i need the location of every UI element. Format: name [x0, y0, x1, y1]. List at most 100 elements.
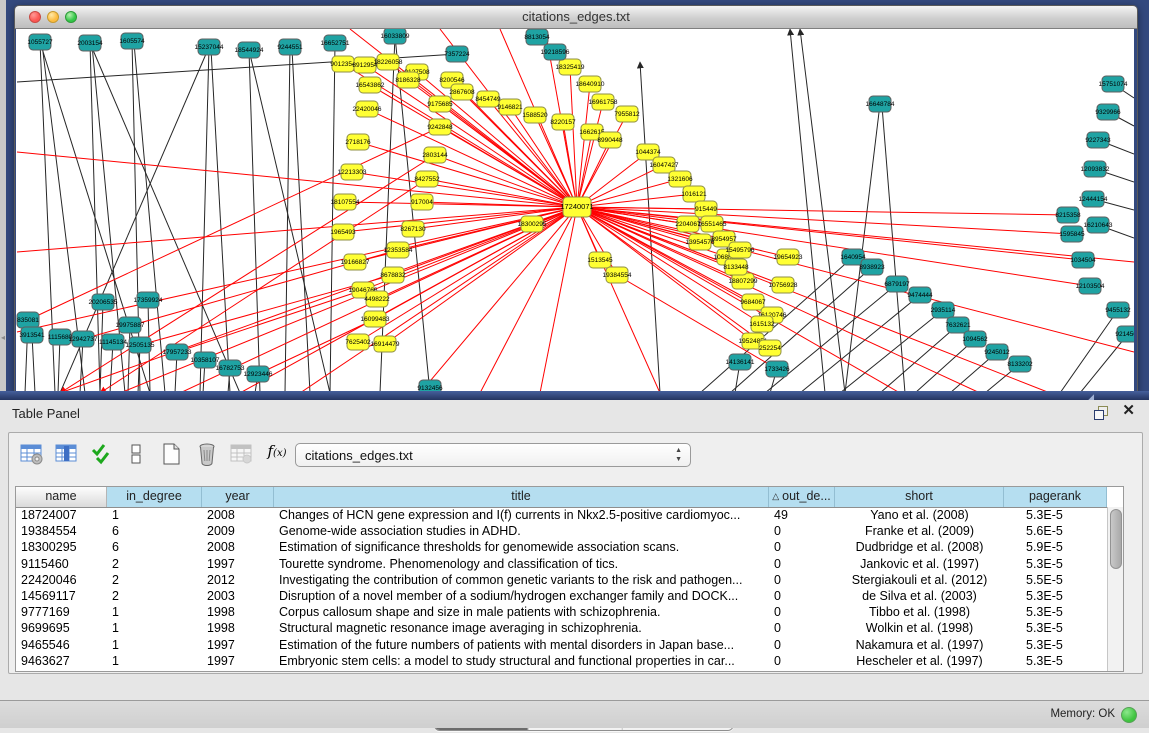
cell-title[interactable]: Changes of HCN gene expression and I(f) … — [274, 507, 769, 523]
graph-node-yellow[interactable]: 18107554 — [331, 194, 360, 210]
red-citation-edge[interactable] — [480, 207, 577, 393]
cell-year[interactable]: 2003 — [202, 588, 274, 604]
column-header-name[interactable]: name — [16, 487, 107, 507]
graph-node-teal[interactable]: 8813054 — [524, 29, 550, 45]
black-citation-edge[interactable] — [32, 335, 35, 393]
graph-node-teal[interactable]: 15751074 — [1099, 76, 1128, 92]
graph-node-yellow[interactable]: 1513545 — [587, 252, 613, 268]
black-citation-edge[interactable] — [249, 50, 260, 393]
black-citation-edge[interactable] — [880, 325, 958, 393]
red-citation-edge[interactable] — [577, 102, 603, 207]
graph-node-teal[interactable]: 8938923 — [859, 259, 885, 275]
cell-out_de[interactable]: 0 — [769, 653, 835, 669]
scrollbar-thumb[interactable] — [1110, 509, 1122, 569]
cell-in_degree[interactable]: 6 — [107, 523, 202, 539]
cell-out_de[interactable]: 0 — [769, 588, 835, 604]
cell-title[interactable]: Tourette syndrome. Phenomenology and cla… — [274, 556, 769, 572]
cell-out_de[interactable]: 0 — [769, 620, 835, 636]
graph-node-yellow[interactable]: 1016121 — [681, 186, 707, 202]
column-header-year[interactable]: year — [202, 487, 274, 507]
column-header-short[interactable]: short — [835, 487, 1004, 507]
cell-short[interactable]: Tibbo et al. (1998) — [835, 604, 1004, 620]
cell-pagerank[interactable]: 5.9E-5 — [1004, 539, 1107, 555]
graph-node-yellow[interactable]: 16551465 — [698, 216, 727, 232]
graph-node-yellow[interactable]: 1615132 — [749, 316, 775, 332]
create-table-icon[interactable] — [155, 439, 189, 473]
cell-year[interactable]: 2008 — [202, 507, 274, 523]
cell-title[interactable]: Corpus callosum shape and size in male p… — [274, 604, 769, 620]
graph-node-yellow[interactable]: 2718176 — [345, 134, 371, 150]
red-citation-edge[interactable] — [60, 155, 435, 393]
row-options-icon[interactable] — [120, 439, 154, 473]
graph-node-teal[interactable]: 15237044 — [195, 39, 224, 55]
float-panel-icon[interactable] — [1094, 406, 1108, 419]
column-header-in_degree[interactable]: in_degree — [107, 487, 202, 507]
cell-short[interactable]: Jankovic et al. (1997) — [835, 556, 1004, 572]
graph-node-yellow[interactable]: 13954576 — [686, 234, 715, 250]
graph-node-yellow[interactable]: 8267130 — [400, 221, 426, 237]
black-citation-edge[interactable] — [1080, 334, 1128, 393]
panel-collapse-icon[interactable]: ◂ — [0, 332, 6, 344]
graph-node-teal[interactable]: 12923446 — [244, 366, 273, 382]
graph-node-teal[interactable]: 11145134 — [99, 334, 127, 350]
cell-short[interactable]: Hescheler et al. (1997) — [835, 653, 1004, 669]
cell-short[interactable]: Franke et al. (2009) — [835, 523, 1004, 539]
graph-node-teal[interactable]: 1595845 — [1059, 226, 1085, 242]
cell-name[interactable]: 22420046 — [16, 572, 107, 588]
graph-node-teal[interactable]: 16652751 — [321, 35, 350, 51]
graph-node-yellow[interactable]: 8133448 — [723, 259, 749, 275]
cell-title[interactable]: Estimation of significance thresholds fo… — [274, 539, 769, 555]
cell-name[interactable]: 14569117 — [16, 588, 107, 604]
graph-node-teal[interactable]: 8133202 — [1007, 356, 1033, 372]
graph-node-teal[interactable]: 9244551 — [277, 39, 303, 55]
cell-in_degree[interactable]: 1 — [107, 653, 202, 669]
graph-node-teal[interactable]: 19218596 — [541, 44, 570, 60]
graph-node-yellow[interactable]: 18226058 — [374, 54, 403, 70]
graph-node-yellow[interactable]: 1965493 — [330, 224, 356, 240]
graph-node-yellow[interactable]: 18300295 — [518, 216, 547, 232]
red-citation-edge[interactable] — [577, 207, 1083, 260]
cell-year[interactable]: 1997 — [202, 637, 274, 653]
graph-node-teal[interactable]: 835081 — [17, 312, 39, 328]
red-citation-edge[interactable] — [177, 290, 363, 352]
graph-node-yellow[interactable]: 16914479 — [371, 336, 400, 352]
cell-short[interactable]: Dudbridge et al. (2008) — [835, 539, 1004, 555]
graph-node-yellow[interactable]: 16961758 — [589, 94, 618, 110]
graph-node-teal[interactable]: 9214504 — [1115, 326, 1134, 342]
cell-year[interactable]: 1997 — [202, 556, 274, 572]
graph-node-teal[interactable]: 1094562 — [962, 331, 988, 347]
cell-in_degree[interactable]: 1 — [107, 507, 202, 523]
table-row[interactable]: 977716911998Corpus callosum shape and si… — [16, 604, 1107, 620]
graph-node-yellow[interactable]: 8186328 — [395, 72, 421, 88]
graph-node-teal[interactable]: 7357224 — [444, 46, 470, 62]
cell-out_de[interactable]: 0 — [769, 523, 835, 539]
cell-year[interactable]: 2009 — [202, 523, 274, 539]
graph-node-teal[interactable]: 3913541 — [19, 327, 45, 343]
table-row[interactable]: 1830029562008Estimation of significance … — [16, 539, 1107, 555]
network-canvas[interactable]: 9012354891295418226058912750881863281654… — [16, 29, 1134, 393]
cell-name[interactable]: 9465546 — [16, 637, 107, 653]
cell-title[interactable]: Estimation of the future numbers of pati… — [274, 637, 769, 653]
cell-out_de[interactable]: 0 — [769, 637, 835, 653]
cell-short[interactable]: Yano et al. (2008) — [835, 507, 1004, 523]
close-panel-icon[interactable]: ✕ — [1122, 403, 1135, 419]
cell-name[interactable]: 18724007 — [16, 507, 107, 523]
graph-node-yellow[interactable]: 18640910 — [576, 76, 605, 92]
cell-year[interactable]: 1998 — [202, 604, 274, 620]
table-row[interactable]: 1456911722003Disruption of a novel membe… — [16, 588, 1107, 604]
cell-pagerank[interactable]: 5.3E-5 — [1004, 653, 1107, 669]
graph-node-yellow[interactable]: 19384554 — [603, 267, 632, 283]
graph-node-yellow[interactable]: 9146821 — [497, 99, 523, 115]
graph-node-yellow[interactable]: 2803144 — [422, 147, 448, 163]
citation-network-graph[interactable]: 9012354891295418226058912750881863281654… — [16, 29, 1134, 393]
graph-node-yellow[interactable]: 252254 — [759, 340, 781, 356]
red-citation-edge[interactable] — [352, 172, 577, 207]
graph-node-yellow[interactable]: 915449 — [695, 201, 717, 217]
cell-pagerank[interactable]: 5.3E-5 — [1004, 620, 1107, 636]
graph-node-yellow[interactable]: 12353584 — [384, 242, 413, 258]
graph-node-yellow[interactable]: 4498222 — [364, 291, 390, 307]
select-all-icon[interactable] — [85, 439, 119, 473]
graph-node-teal[interactable]: 17957233 — [163, 344, 192, 360]
graph-node-yellow[interactable]: 10756928 — [769, 277, 798, 293]
graph-node-teal[interactable]: 9227343 — [1085, 132, 1111, 148]
